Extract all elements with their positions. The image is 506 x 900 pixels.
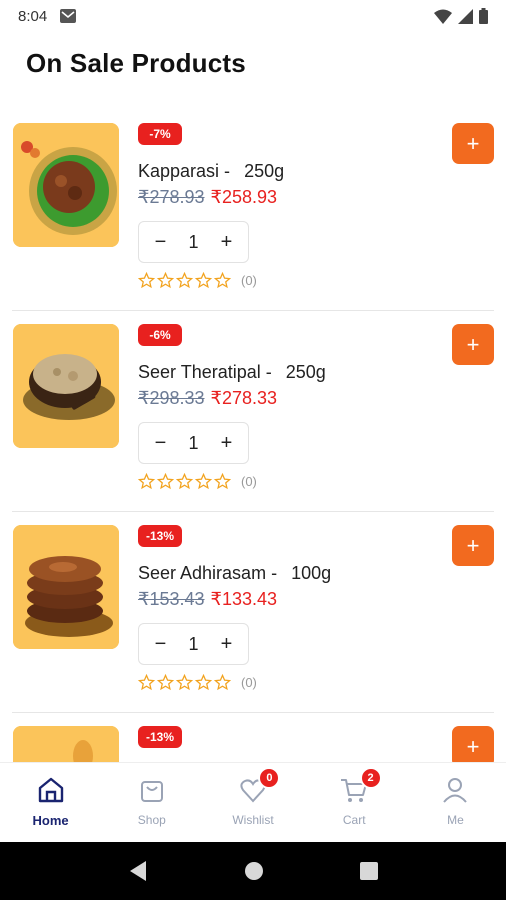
- home-icon: [38, 777, 63, 803]
- star-outline-icon: [138, 272, 155, 289]
- quantity-stepper: − 1 +: [138, 422, 249, 464]
- nav-wishlist[interactable]: 0 Wishlist: [202, 763, 303, 842]
- star-outline-icon: [176, 473, 193, 490]
- nav-wishlist-label: Wishlist: [232, 813, 274, 827]
- increase-quantity-button[interactable]: +: [211, 231, 241, 254]
- back-icon[interactable]: [128, 860, 148, 882]
- product-card: -6% Seer Theratipal - 250g ₹298.33 ₹278.33…: [12, 311, 494, 512]
- product-name: Kapparasi -: [138, 161, 231, 181]
- bottom-navigation: Home Shop 0 Wishlist 2 Cart Me: [0, 762, 506, 842]
- product-list[interactable]: -7% Kapparasi - 250g ₹278.93 ₹258.93 − 1 +…: [0, 110, 506, 762]
- star-outline-icon: [214, 473, 231, 490]
- nav-home[interactable]: Home: [0, 763, 101, 842]
- sale-price: ₹133.43: [210, 589, 278, 609]
- product-image[interactable]: [13, 726, 119, 762]
- nav-home-label: Home: [32, 813, 69, 828]
- increase-quantity-button[interactable]: +: [211, 633, 241, 656]
- rating-count: (0): [241, 474, 257, 489]
- original-price: ₹278.93: [138, 187, 205, 207]
- product-name-row: Seer Theratipal - 250g: [138, 362, 326, 383]
- product-card: -13% Seer Adhirasam - 100g ₹153.43 ₹133.43…: [12, 512, 494, 713]
- recents-icon[interactable]: [360, 862, 378, 880]
- nav-shop-label: Shop: [137, 813, 166, 827]
- message-notification-icon: [60, 9, 77, 23]
- product-name-row: Kapparasi - 250g: [138, 161, 284, 182]
- rating-count: (0): [241, 675, 257, 690]
- star-outline-icon: [138, 674, 155, 691]
- star-outline-icon: [138, 473, 155, 490]
- signal-icon: [458, 8, 473, 24]
- add-to-cart-button[interactable]: +: [452, 726, 494, 762]
- star-outline-icon: [195, 272, 212, 289]
- nav-me-label: Me: [447, 813, 464, 827]
- product-weight: 250g: [244, 161, 285, 181]
- original-price: ₹153.43: [138, 589, 205, 609]
- star-outline-icon: [214, 272, 231, 289]
- product-weight: 250g: [285, 362, 326, 382]
- wishlist-count-badge: 0: [258, 767, 281, 789]
- page-title: On Sale Products: [26, 48, 246, 78]
- star-outline-icon: [157, 674, 174, 691]
- original-price: ₹298.33: [138, 388, 205, 408]
- product-name-row: Seer Adhirasam - 100g: [138, 563, 331, 584]
- add-to-cart-button[interactable]: +: [452, 324, 494, 365]
- star-rating[interactable]: (0): [138, 473, 257, 490]
- nav-me[interactable]: Me: [405, 763, 506, 842]
- product-name: Seer Adhirasam -: [138, 563, 278, 583]
- product-card: -13% +: [12, 713, 494, 762]
- star-rating[interactable]: (0): [138, 272, 257, 289]
- star-outline-icon: [176, 272, 193, 289]
- star-outline-icon: [214, 674, 231, 691]
- price-row: ₹278.93 ₹258.93: [138, 187, 277, 208]
- quantity-value: 1: [188, 432, 199, 453]
- decrease-quantity-button[interactable]: −: [145, 633, 175, 656]
- product-card: -7% Kapparasi - 250g ₹278.93 ₹258.93 − 1 +…: [12, 110, 494, 311]
- star-outline-icon: [195, 674, 212, 691]
- star-outline-icon: [157, 272, 174, 289]
- product-image-seer-adhirasam[interactable]: [13, 525, 119, 649]
- product-weight: 100g: [291, 563, 332, 583]
- product-name: Seer Theratipal -: [138, 362, 272, 382]
- status-bar: 8:04: [0, 0, 506, 32]
- status-time: 8:04: [18, 7, 48, 25]
- sale-price: ₹278.33: [210, 388, 278, 408]
- product-image-seer-theratipal[interactable]: [13, 324, 119, 448]
- user-icon: [443, 778, 468, 803]
- add-to-cart-button[interactable]: +: [452, 525, 494, 566]
- nav-cart-label: Cart: [342, 813, 366, 827]
- decrease-quantity-button[interactable]: −: [145, 231, 175, 254]
- quantity-value: 1: [188, 633, 199, 654]
- decrease-quantity-button[interactable]: −: [145, 432, 175, 455]
- quantity-stepper: − 1 +: [138, 623, 249, 665]
- star-outline-icon: [195, 473, 212, 490]
- discount-badge: -13%: [138, 726, 182, 748]
- star-outline-icon: [176, 674, 193, 691]
- star-rating[interactable]: (0): [138, 674, 257, 691]
- price-row: ₹153.43 ₹133.43: [138, 589, 277, 610]
- home-circle-icon[interactable]: [244, 861, 264, 881]
- wifi-icon: [434, 9, 452, 24]
- shopping-bag-icon: [140, 781, 163, 802]
- quantity-value: 1: [188, 231, 199, 252]
- nav-cart[interactable]: 2 Cart: [304, 763, 405, 842]
- nav-shop[interactable]: Shop: [101, 763, 202, 842]
- star-outline-icon: [157, 473, 174, 490]
- sale-price: ₹258.93: [210, 187, 278, 207]
- cart-count-badge: 2: [359, 767, 382, 789]
- discount-badge: -6%: [138, 324, 182, 346]
- quantity-stepper: − 1 +: [138, 221, 249, 263]
- discount-badge: -13%: [138, 525, 182, 547]
- discount-badge: -7%: [138, 123, 182, 145]
- price-row: ₹298.33 ₹278.33: [138, 388, 277, 409]
- add-to-cart-button[interactable]: +: [452, 123, 494, 164]
- product-image-kapparasi[interactable]: [13, 123, 119, 247]
- system-navigation-bar: [0, 842, 506, 900]
- increase-quantity-button[interactable]: +: [211, 432, 241, 455]
- battery-icon: [479, 8, 488, 24]
- rating-count: (0): [241, 273, 257, 288]
